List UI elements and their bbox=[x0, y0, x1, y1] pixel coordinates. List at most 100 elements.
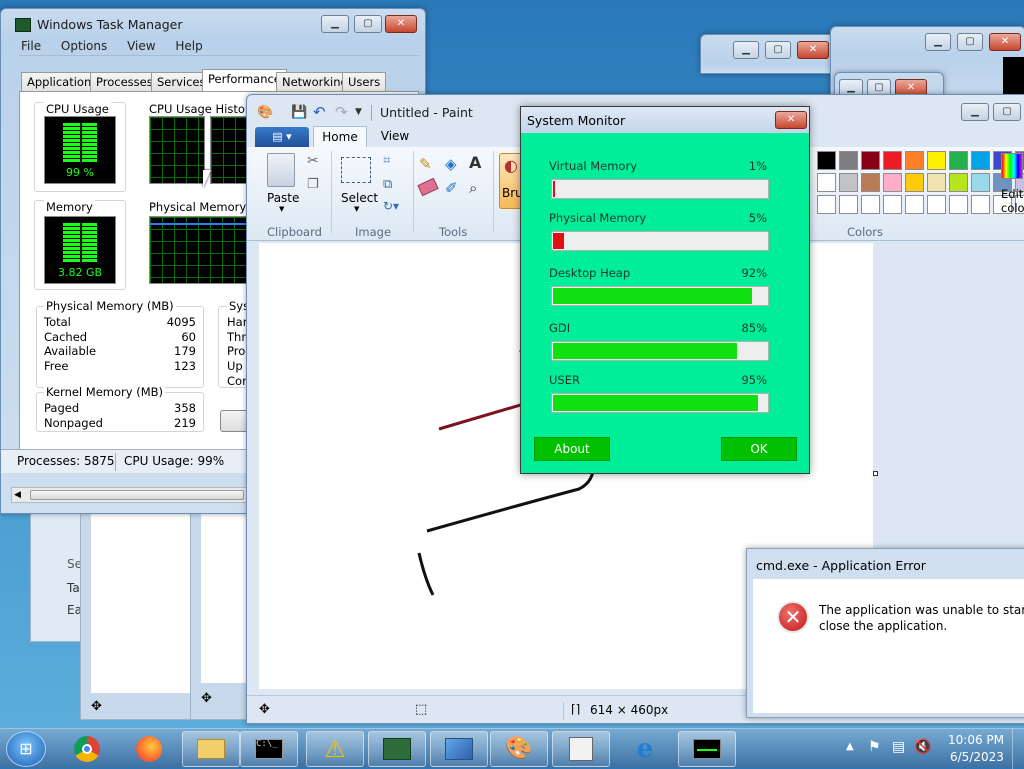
color-swatch[interactable] bbox=[971, 151, 990, 170]
tab-users[interactable]: Users bbox=[342, 72, 387, 92]
system-monitor-dialog[interactable]: System Monitor ✕ Virtual Memory 1% Physica… bbox=[520, 106, 810, 474]
eraser-icon[interactable] bbox=[417, 177, 439, 197]
taskbar-cmd[interactable]: C:\_ bbox=[240, 731, 298, 767]
system-monitor-icon bbox=[693, 739, 721, 759]
paste-label[interactable]: Paste bbox=[267, 191, 299, 205]
taskbar-warning[interactable]: ⚠ bbox=[306, 731, 364, 767]
color-swatch[interactable] bbox=[883, 151, 902, 170]
select-dropdown-icon[interactable]: ▼ bbox=[354, 205, 359, 213]
about-button[interactable]: About bbox=[534, 437, 610, 461]
paste-icon[interactable] bbox=[267, 153, 295, 187]
close-button[interactable]: ✕ bbox=[989, 33, 1021, 51]
minimize-button[interactable]: ▁ bbox=[321, 15, 349, 33]
clock-time[interactable]: 10:06 PM bbox=[948, 733, 1004, 747]
color-swatch-empty[interactable] bbox=[927, 195, 946, 214]
save-icon[interactable]: 💾 bbox=[291, 105, 307, 120]
taskbar-system-monitor[interactable] bbox=[678, 731, 736, 767]
show-hidden-icons[interactable]: ▲ bbox=[846, 741, 854, 752]
rotate-icon[interactable]: ↻▾ bbox=[383, 199, 399, 213]
resize-icon[interactable]: ⧉ bbox=[383, 177, 392, 192]
undo-icon[interactable]: ↶ bbox=[313, 103, 326, 121]
menu-help[interactable]: Help bbox=[175, 39, 202, 53]
ok-button[interactable]: OK bbox=[721, 437, 797, 461]
color-swatch-empty[interactable] bbox=[883, 195, 902, 214]
cut-icon[interactable]: ✂ bbox=[307, 153, 319, 169]
color-swatch-empty[interactable] bbox=[839, 195, 858, 214]
edit-colors-label[interactable]: Edit colo bbox=[1001, 187, 1024, 215]
menu-view[interactable]: View bbox=[127, 39, 155, 53]
move-handle-icon[interactable]: ✥ bbox=[201, 691, 212, 706]
taskbar-firefox[interactable] bbox=[120, 731, 178, 767]
maximize-button[interactable]: ▢ bbox=[957, 33, 983, 51]
background-window-1[interactable]: ▁ ▢ ✕ bbox=[700, 34, 840, 74]
color-swatch[interactable] bbox=[817, 173, 836, 192]
color-swatch-empty[interactable] bbox=[949, 195, 968, 214]
show-desktop-button[interactable] bbox=[1012, 729, 1024, 769]
scroll-left-icon[interactable]: ◀ bbox=[14, 488, 21, 502]
redo-icon[interactable]: ↷ bbox=[335, 103, 348, 121]
magnifier-icon[interactable]: ⌕ bbox=[469, 179, 477, 197]
qat-dropdown-icon[interactable]: ▼ bbox=[355, 107, 362, 117]
taskbar-chrome[interactable] bbox=[58, 731, 116, 767]
taskbar-internet-explorer[interactable]: e bbox=[616, 731, 674, 767]
horizontal-scrollbar[interactable]: ◀ bbox=[11, 487, 247, 503]
edit-colors-icon[interactable] bbox=[1001, 153, 1023, 179]
minimize-button[interactable]: ▁ bbox=[961, 103, 989, 121]
move-handle-icon[interactable]: ✥ bbox=[91, 699, 102, 714]
close-button[interactable]: ✕ bbox=[775, 111, 807, 129]
fill-icon[interactable]: ◈ bbox=[445, 155, 457, 173]
scroll-thumb[interactable] bbox=[30, 490, 244, 500]
color-swatch[interactable] bbox=[905, 173, 924, 192]
color-swatch[interactable] bbox=[927, 173, 946, 192]
crop-icon[interactable]: ⌗ bbox=[383, 153, 390, 168]
pencil-icon[interactable]: ✎ bbox=[419, 155, 432, 173]
color-swatch[interactable] bbox=[861, 151, 880, 170]
paste-dropdown-icon[interactable]: ▼ bbox=[279, 205, 284, 213]
color-swatch-empty[interactable] bbox=[861, 195, 880, 214]
menu-file[interactable]: File bbox=[21, 39, 41, 53]
tab-performance[interactable]: Performance bbox=[202, 69, 287, 93]
minimize-button[interactable]: ▁ bbox=[925, 33, 951, 51]
color-swatch-empty[interactable] bbox=[905, 195, 924, 214]
tab-processes[interactable]: Processes bbox=[90, 72, 159, 92]
clock-date[interactable]: 6/5/2023 bbox=[950, 750, 1004, 764]
minimize-button[interactable]: ▁ bbox=[733, 41, 759, 59]
color-swatch[interactable] bbox=[905, 151, 924, 170]
maximize-button[interactable]: ▢ bbox=[765, 41, 791, 59]
color-swatch[interactable] bbox=[817, 151, 836, 170]
start-button[interactable]: ⊞ bbox=[6, 731, 46, 767]
taskbar-paint[interactable]: 🎨 bbox=[490, 731, 548, 767]
color-swatch[interactable] bbox=[839, 173, 858, 192]
color-swatch[interactable] bbox=[971, 173, 990, 192]
color-swatch[interactable] bbox=[883, 173, 902, 192]
close-button[interactable]: ✕ bbox=[385, 15, 417, 33]
color-swatch-empty[interactable] bbox=[971, 195, 990, 214]
application-error-dialog[interactable]: cmd.exe - Application Error ✕ The applic… bbox=[746, 548, 1024, 718]
maximize-button[interactable]: ▢ bbox=[354, 15, 382, 33]
text-icon[interactable]: A bbox=[469, 153, 481, 172]
maximize-button[interactable]: ▢ bbox=[993, 103, 1021, 121]
file-menu-button[interactable]: ▤ ▾ bbox=[255, 127, 309, 147]
copy-icon[interactable]: ❐ bbox=[307, 177, 319, 192]
network-icon[interactable]: ▤ bbox=[892, 739, 905, 755]
taskbar-control-panel[interactable] bbox=[430, 731, 488, 767]
color-picker-icon[interactable]: ✐ bbox=[445, 179, 458, 197]
tab-view[interactable]: View bbox=[369, 126, 421, 148]
taskbar-file-explorer[interactable] bbox=[182, 731, 240, 767]
menu-options[interactable]: Options bbox=[61, 39, 107, 53]
select-label[interactable]: Select bbox=[341, 191, 378, 205]
tab-home[interactable]: Home bbox=[313, 126, 367, 148]
color-swatch[interactable] bbox=[927, 151, 946, 170]
color-swatch[interactable] bbox=[949, 173, 968, 192]
canvas-resize-handle[interactable] bbox=[873, 471, 878, 476]
select-icon[interactable] bbox=[341, 157, 371, 183]
volume-muted-icon[interactable]: 🔇 bbox=[914, 739, 931, 755]
color-swatch[interactable] bbox=[949, 151, 968, 170]
color-swatch-empty[interactable] bbox=[817, 195, 836, 214]
action-center-icon[interactable]: ⚑ bbox=[868, 739, 881, 755]
taskbar-task-manager[interactable] bbox=[368, 731, 426, 767]
close-button[interactable]: ✕ bbox=[797, 41, 829, 59]
taskbar-notepad[interactable] bbox=[552, 731, 610, 767]
color-swatch[interactable] bbox=[839, 151, 858, 170]
color-swatch[interactable] bbox=[861, 173, 880, 192]
